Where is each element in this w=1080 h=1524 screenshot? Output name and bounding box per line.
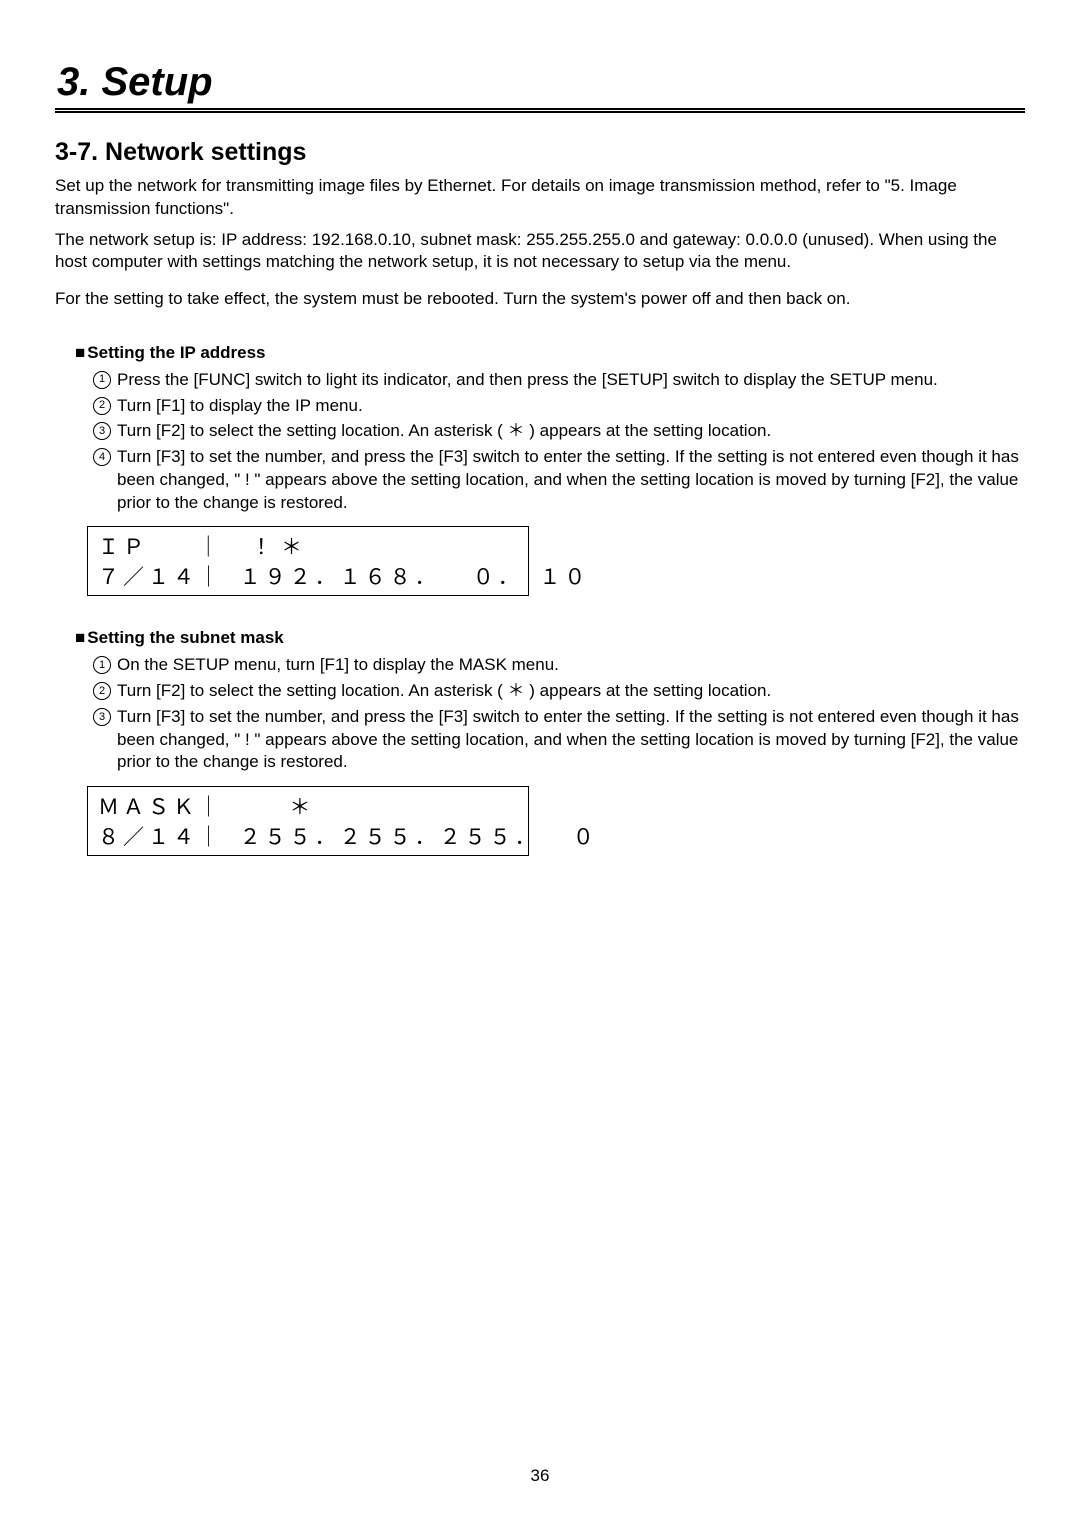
mask-lcd-row-2: ８／１４｜ ２５５．２５５．２５５． ０ [98, 821, 518, 851]
divider-bottom [55, 111, 1025, 113]
ip-lcd-row-1: ＩＰ ｜ ！＊ [98, 531, 518, 561]
ip-step-1: 1 Press the [FUNC] switch to light its in… [55, 369, 1025, 392]
mask-step-3: 3 Turn [F3] to set the number, and press … [55, 706, 1025, 774]
section-title: 3-7. Network settings [55, 138, 1025, 167]
ip-subheading: Setting the IP address [55, 343, 1025, 363]
step-text: Turn [F1] to display the IP menu. [117, 395, 363, 418]
intro-paragraph-3: For the setting to take effect, the syst… [55, 288, 1025, 311]
step-number-icon: 2 [93, 397, 111, 415]
ip-lcd-display: ＩＰ ｜ ！＊ ７／１４｜ １９２．１６８． ０． １０ [87, 526, 529, 596]
ip-lcd-row-2: ７／１４｜ １９２．１６８． ０． １０ [98, 561, 518, 591]
ip-step-3: 3 Turn [F2] to select the setting locatio… [55, 420, 1025, 443]
step-number-icon: 1 [93, 371, 111, 389]
mask-step-2: 2 Turn [F2] to select the setting locatio… [55, 680, 1025, 703]
intro-paragraph-2: The network setup is: IP address: 192.16… [55, 229, 1025, 275]
mask-subheading: Setting the subnet mask [55, 628, 1025, 648]
page-number: 36 [55, 1466, 1025, 1486]
mask-step-1: 1 On the SETUP menu, turn [F1] to display… [55, 654, 1025, 677]
step-text: Turn [F2] to select the setting location… [117, 420, 771, 443]
step-text: On the SETUP menu, turn [F1] to display … [117, 654, 559, 677]
step-number-icon: 3 [93, 708, 111, 726]
step-number-icon: 3 [93, 422, 111, 440]
step-text: Press the [FUNC] switch to light its ind… [117, 369, 938, 392]
step-text: Turn [F2] to select the setting location… [117, 680, 771, 703]
step-number-icon: 2 [93, 682, 111, 700]
ip-steps: 1 Press the [FUNC] switch to light its in… [55, 369, 1025, 515]
step-number-icon: 1 [93, 656, 111, 674]
chapter-title: 3. Setup [55, 60, 1025, 105]
ip-step-2: 2 Turn [F1] to display the IP menu. [55, 395, 1025, 418]
mask-steps: 1 On the SETUP menu, turn [F1] to display… [55, 654, 1025, 774]
step-text: Turn [F3] to set the number, and press t… [117, 706, 1025, 774]
step-text: Turn [F3] to set the number, and press t… [117, 446, 1025, 514]
intro-paragraph-1: Set up the network for transmitting imag… [55, 175, 1025, 221]
ip-step-4: 4 Turn [F3] to set the number, and press … [55, 446, 1025, 514]
mask-lcd-row-1: ＭＡＳＫ｜ ＊ [98, 791, 518, 821]
step-number-icon: 4 [93, 448, 111, 466]
mask-lcd-display: ＭＡＳＫ｜ ＊ ８／１４｜ ２５５．２５５．２５５． ０ [87, 786, 529, 856]
divider-top [55, 108, 1025, 110]
